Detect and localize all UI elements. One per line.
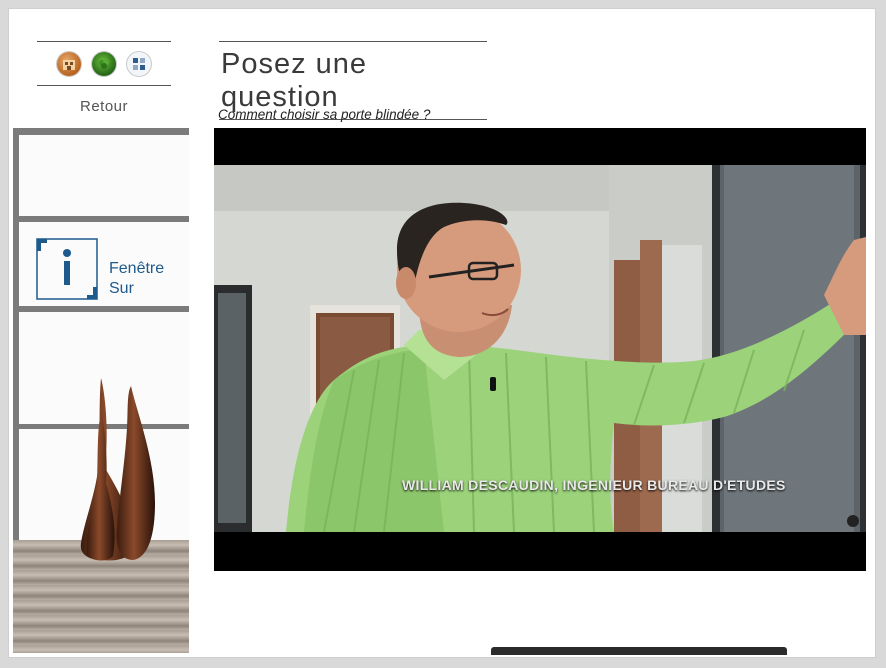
bottom-scroll-bar[interactable] (491, 647, 787, 655)
fenetre-sur-logo: Fenêtre Sur (35, 237, 183, 307)
page-frame: Retour Fenêtre Sur Posez une question Co… (9, 9, 875, 657)
garden-plant-icon[interactable] (92, 52, 116, 76)
divider (37, 85, 171, 86)
sidebar-header: Retour (37, 41, 171, 115)
video-player[interactable]: WILLIAM DESCAUDIN, INGENIEUR BUREAU D'ET… (214, 128, 866, 571)
video-lower-third: WILLIAM DESCAUDIN, INGENIEUR BUREAU D'ET… (402, 477, 786, 493)
house-facade-icon[interactable] (57, 52, 81, 76)
back-link[interactable]: Retour (37, 98, 171, 115)
vases-illustration (80, 378, 155, 561)
category-icons (37, 42, 171, 85)
question-title: Comment choisir sa porte blindée ? (218, 107, 431, 122)
window-icon[interactable] (127, 52, 151, 76)
logo-wordmark: Fenêtre Sur (109, 259, 164, 299)
video-frame: WILLIAM DESCAUDIN, INGENIEUR BUREAU D'ET… (214, 165, 866, 532)
sidebar-decor-image: Fenêtre Sur (13, 128, 189, 653)
logo-line-1: Fenêtre (109, 260, 165, 277)
logo-line-2: Sur (109, 280, 134, 297)
